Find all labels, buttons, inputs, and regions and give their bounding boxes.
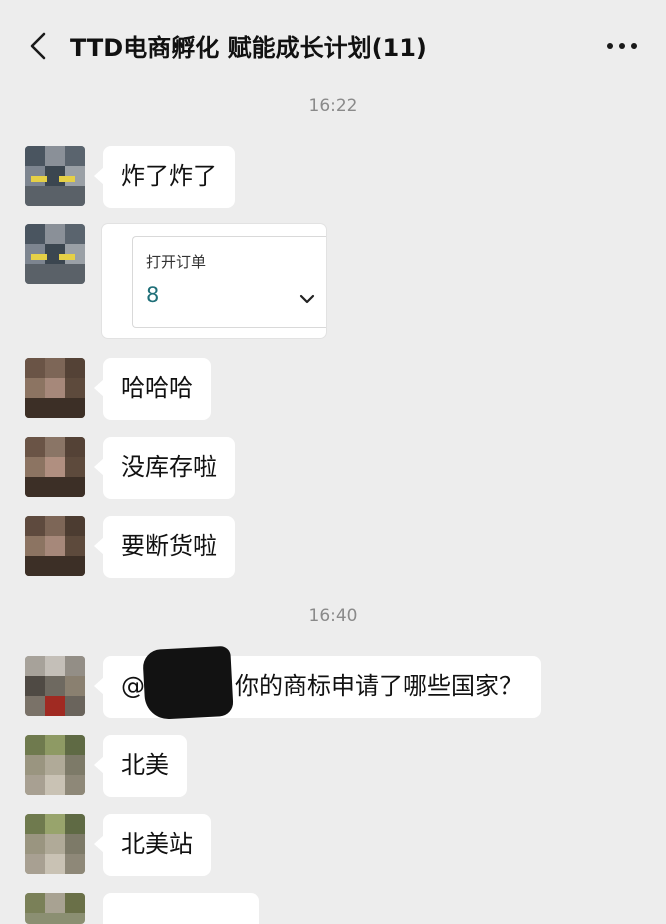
avatar[interactable] bbox=[25, 814, 85, 874]
message-bubble[interactable]: 没库存啦 bbox=[94, 437, 235, 499]
dropdown-value: 8 bbox=[146, 283, 160, 307]
back-button[interactable] bbox=[24, 30, 56, 62]
message-bubble[interactable]: 哈哈哈 bbox=[94, 358, 211, 420]
message-text: 你的商标申请了哪些国家？ bbox=[235, 672, 523, 700]
avatar[interactable] bbox=[25, 656, 85, 716]
avatar[interactable] bbox=[25, 437, 85, 497]
screenshot-card[interactable]: 打开订单 8 bbox=[102, 224, 326, 338]
message-text: 炸了炸了 bbox=[121, 162, 217, 190]
chat-header: TTD电商孵化 赋能成长计划(11) bbox=[0, 0, 666, 90]
message-bubble[interactable]: 北美 bbox=[94, 735, 187, 797]
message-bubble[interactable]: 北美站 bbox=[94, 814, 211, 876]
dropdown-label: 打开订单 bbox=[146, 253, 207, 271]
message-text: 要断货啦 bbox=[121, 532, 217, 560]
redaction-mark bbox=[142, 645, 234, 721]
open-orders-dropdown[interactable]: 打开订单 8 bbox=[132, 236, 326, 328]
avatar[interactable] bbox=[25, 735, 85, 795]
message-text: 北美站 bbox=[121, 830, 193, 858]
chat-title: TTD电商孵化 赋能成长计划(11) bbox=[70, 34, 427, 62]
message-text: 没库存啦 bbox=[121, 453, 217, 481]
avatar[interactable] bbox=[25, 358, 85, 418]
timestamp: 16:40 bbox=[308, 606, 358, 626]
chevron-down-icon bbox=[299, 294, 315, 304]
mention-at: @ bbox=[121, 672, 145, 700]
avatar[interactable] bbox=[25, 516, 85, 576]
message-text: 北美 bbox=[121, 751, 169, 779]
avatar[interactable] bbox=[25, 224, 85, 284]
more-dots-icon bbox=[607, 43, 637, 49]
chevron-left-icon bbox=[30, 32, 46, 60]
message-text: 哈哈哈 bbox=[121, 374, 193, 402]
message-bubble[interactable] bbox=[103, 893, 259, 924]
avatar[interactable] bbox=[25, 893, 85, 924]
more-button[interactable] bbox=[604, 36, 640, 56]
avatar[interactable] bbox=[25, 146, 85, 206]
timestamp: 16:22 bbox=[308, 96, 358, 116]
message-bubble[interactable]: 炸了炸了 bbox=[94, 146, 235, 208]
message-bubble[interactable]: 要断货啦 bbox=[94, 516, 235, 578]
